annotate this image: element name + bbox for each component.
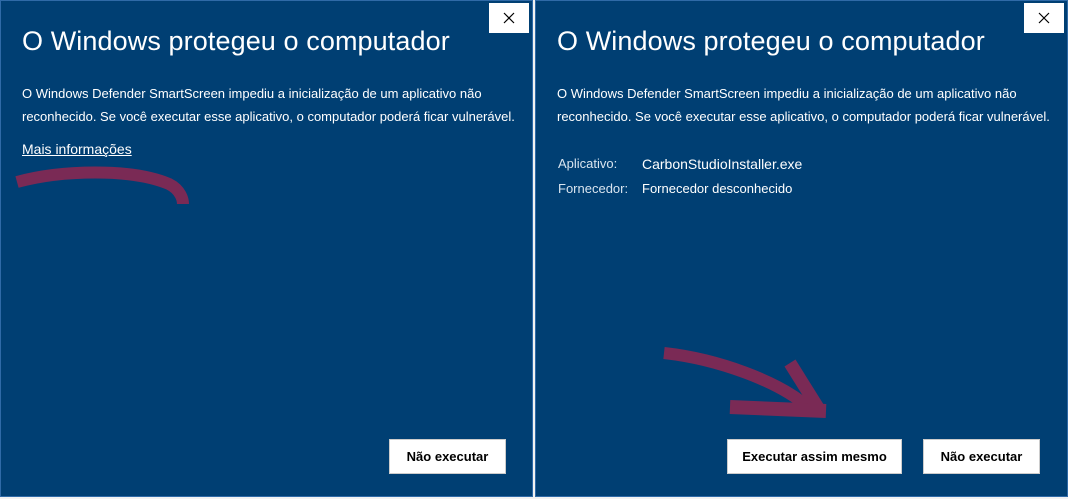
smartscreen-dialog-right: O Windows protegeu o computador O Window… [535, 0, 1068, 497]
dialog-title: O Windows protegeu o computador [557, 26, 985, 56]
run-anyway-button[interactable]: Executar assim mesmo [727, 439, 902, 474]
publisher-value: Fornecedor desconhecido [642, 181, 793, 196]
dialog-description: O Windows Defender SmartScreen impediu a… [22, 86, 515, 124]
close-icon [503, 12, 515, 24]
app-value: CarbonStudioInstaller.exe [642, 155, 803, 172]
app-info-table: Aplicativo: CarbonStudioInstaller.exe Fo… [558, 151, 802, 201]
annotation-arrow [663, 347, 827, 418]
close-icon [1038, 12, 1050, 24]
app-row: Aplicativo: CarbonStudioInstaller.exe [558, 151, 802, 176]
dont-run-button[interactable]: Não executar [923, 439, 1040, 474]
annotation-underline [15, 166, 189, 205]
close-button[interactable] [1024, 3, 1064, 33]
publisher-label: Fornecedor: [558, 181, 629, 196]
close-button[interactable] [489, 3, 529, 33]
more-info-link[interactable]: Mais informações [22, 141, 132, 157]
publisher-row: Fornecedor: Fornecedor desconhecido [558, 176, 802, 201]
app-label: Aplicativo: [558, 156, 618, 171]
dialog-description: O Windows Defender SmartScreen impediu a… [557, 86, 1050, 124]
dialog-title: O Windows protegeu o computador [22, 26, 450, 56]
smartscreen-dialog-left: O Windows protegeu o computador O Window… [0, 0, 533, 497]
dont-run-button[interactable]: Não executar [389, 439, 506, 474]
